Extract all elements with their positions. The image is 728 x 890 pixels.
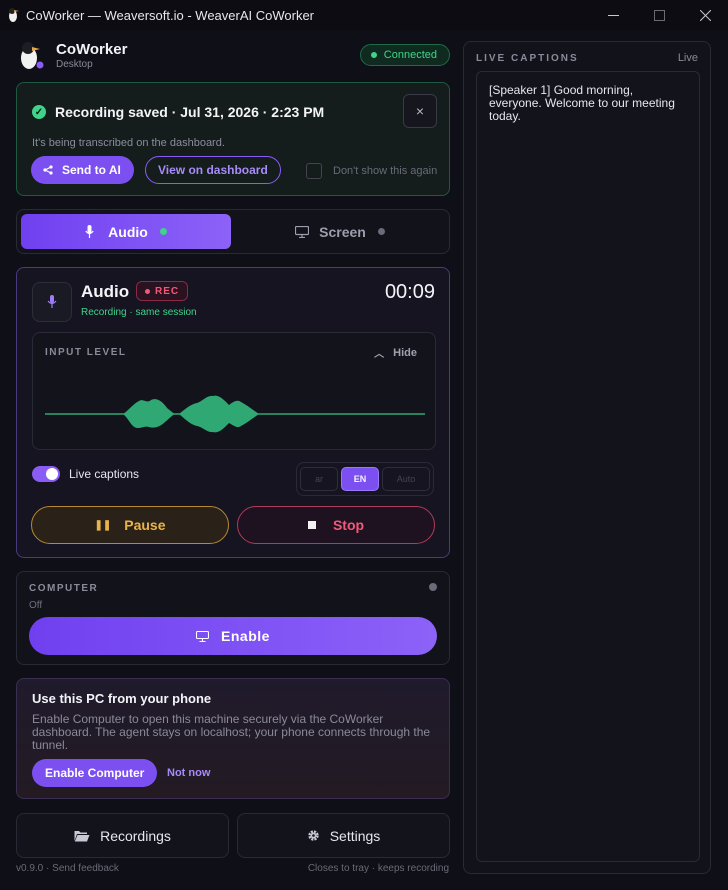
microphone-icon [85,225,94,238]
title-bar: CoWorker — Weaversoft.io - WeaverAI CoWo… [0,0,728,30]
send-to-ai-label: Send to AI [62,163,121,177]
live-captions-toggle-row: Live captions [32,466,139,482]
version-label: v0.9.0 [16,863,44,874]
footer-separator: · [46,863,50,874]
tab-audio[interactable]: Audio [21,214,231,249]
maximize-icon [653,9,665,21]
settings-button[interactable]: Settings [237,813,450,858]
audio-title: Audio [81,282,130,301]
share-icon [43,165,53,175]
language-selector: ar EN Auto [296,462,434,496]
enable-computer-button[interactable]: Enable [29,617,437,655]
dont-show-label: Don't show this again [333,165,438,177]
phone-title: Use this PC from your phone [32,691,212,706]
dismiss-banner-button[interactable]: × [403,94,437,128]
saved-title: Recording saved · Jul 31, 2026 · 2:23 PM [55,104,325,120]
tab-screen-label: Screen [319,223,366,240]
send-to-ai-button[interactable]: Send to AI [31,156,134,184]
input-level-panel: INPUT LEVEL ︿ Hide [32,332,436,450]
rec-label: REC [155,285,180,297]
tray-note: Closes to tray · keeps recording [307,863,449,874]
window-title: CoWorker — Weaversoft.io - WeaverAI CoWo… [26,7,315,23]
mode-switch: Audio Screen [16,209,450,254]
recording-subtitle: Recording · same session [81,307,197,318]
computer-status-dot [429,583,437,591]
live-captions-label: Live captions [69,467,140,481]
captions-text-area: [Speaker 1] Good morning, everyone. Welc… [476,71,700,862]
caption-text: [Speaker 1] Good morning, everyone. Welc… [489,83,675,123]
tab-screen[interactable]: Screen [235,214,445,249]
language-auto-button[interactable]: Auto [382,467,430,491]
live-indicator: Live [677,52,698,64]
footer-left: v0.9.0 · Send feedback [16,863,119,874]
settings-label: Settings [329,827,381,844]
language-en-button[interactable]: EN [341,467,379,491]
pause-button[interactable]: ❚❚ Pause [31,506,229,544]
screen-inactive-dot [377,228,385,235]
chevron-up-icon: ︿ [374,349,385,360]
not-now-link[interactable]: Not now [167,767,210,779]
app-icon [9,8,19,22]
live-captions-panel: LIVE CAPTIONS Live [Speaker 1] Good morn… [463,41,711,874]
recordings-button[interactable]: Recordings [16,813,229,858]
pause-label: Pause [124,517,166,533]
input-level-label: INPUT LEVEL [45,347,127,358]
phone-description: Enable Computer to open this machine sec… [32,712,431,752]
rec-badge: REC [136,281,189,301]
send-feedback-link[interactable]: Send feedback [52,863,119,874]
saved-description: It's being transcribed on the dashboard. [32,137,225,149]
view-on-dashboard-button[interactable]: View on dashboard [145,156,281,184]
minimize-icon [607,14,619,16]
close-icon: × [415,103,425,119]
connection-status-label: Connected [383,49,437,61]
close-icon [699,9,711,21]
checkbox-box[interactable] [306,163,322,179]
app-subtitle: Desktop [56,59,93,70]
view-dashboard-label: View on dashboard [158,163,268,177]
close-window-button[interactable] [682,0,728,30]
computer-label: COMPUTER [29,583,99,594]
rec-dot [145,288,150,294]
stop-button[interactable]: Stop [237,506,435,544]
recording-saved-banner: ✓ Recording saved · Jul 31, 2026 · 2:23 … [16,82,450,196]
recording-timer: 00:09 [384,281,435,303]
maximize-button[interactable] [636,0,682,30]
use-from-phone-card: Use this PC from your phone Enable Compu… [16,678,450,799]
penguin-logo [21,42,44,69]
connection-status-badge: Connected [359,44,450,66]
app-header: CoWorker Desktop Connected [16,40,450,74]
hide-label: Hide [393,346,417,359]
status-dot [370,52,377,58]
minimize-button[interactable] [590,0,636,30]
microphone-icon [47,295,57,308]
gear-icon [308,830,319,841]
enable-computer-label: Enable Computer [45,766,145,780]
stop-label: Stop [332,517,365,533]
language-ar-button[interactable]: ar [300,467,338,491]
pause-icon: ❚❚ [94,519,112,531]
enable-computer-cta-button[interactable]: Enable Computer [32,759,158,787]
hide-level-button[interactable]: ︿ Hide [374,345,417,361]
computer-status: Off [29,600,43,611]
recordings-label: Recordings [100,827,171,844]
stop-icon [307,521,316,529]
monitor-icon [196,630,210,642]
dont-show-again-checkbox[interactable]: Don't show this again [306,162,440,180]
audio-active-dot [159,228,167,235]
check-circle-icon: ✓ [32,105,46,119]
microphone-tile [32,282,72,322]
enable-label: Enable [221,628,270,644]
computer-card: COMPUTER Off Enable [16,571,450,665]
live-captions-heading: LIVE CAPTIONS [476,53,579,64]
tab-audio-label: Audio [108,223,148,240]
audio-waveform [45,395,425,433]
folder-open-icon [74,830,90,841]
monitor-icon [295,225,310,238]
app-name: CoWorker [56,41,128,58]
audio-recording-card: Audio REC Recording · same session 00:09… [16,267,450,558]
live-captions-toggle[interactable] [32,466,60,482]
